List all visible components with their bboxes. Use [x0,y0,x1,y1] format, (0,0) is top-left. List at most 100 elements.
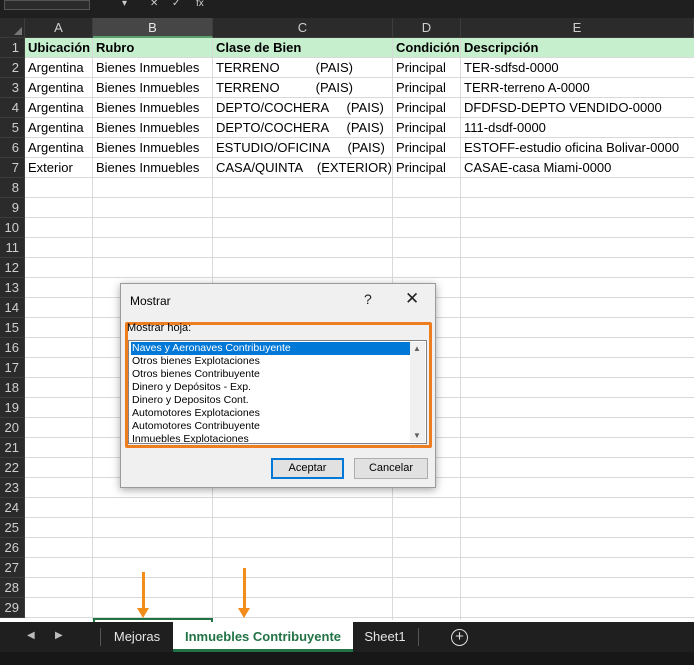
list-item[interactable]: Naves y Aeronaves Contribuyente [131,342,411,355]
header-cell-ubicacion[interactable]: Ubicación [25,38,93,58]
grid-line [25,137,694,138]
column-header-b[interactable]: B [93,18,213,38]
header-cell-clase[interactable]: Clase de Bien [213,38,393,58]
next-sheet-icon[interactable]: ▶ [55,630,63,641]
header-cell-rubro[interactable]: Rubro [93,38,213,58]
row-header[interactable]: 20 [0,418,25,438]
row-header[interactable]: 6 [0,138,25,158]
prev-sheet-icon[interactable]: ◀ [27,630,35,641]
cell-a3[interactable]: Argentina [25,78,93,98]
row-header[interactable]: 24 [0,498,25,518]
row-header[interactable]: 9 [0,198,25,218]
close-icon[interactable]: ✕ [405,289,419,309]
row-header[interactable]: 13 [0,278,25,298]
list-item[interactable]: Inmuebles Explotaciones [131,433,249,443]
row-header[interactable]: 10 [0,218,25,238]
cell-d6[interactable]: Principal [393,138,461,158]
row-header[interactable]: 16 [0,338,25,358]
cancel-button[interactable]: Cancelar [354,458,428,479]
header-cell-condicion[interactable]: Condición [393,38,461,58]
cell-b2[interactable]: Bienes Inmuebles [93,58,213,78]
tab-inmuebles-contribuyente[interactable]: Inmuebles Contribuyente [173,622,353,652]
cell-b3[interactable]: Bienes Inmuebles [93,78,213,98]
row-header[interactable]: 11 [0,238,25,258]
header-cell-descripcion[interactable]: Descripción [461,38,694,58]
tab-mejoras[interactable]: Mejoras [103,622,171,652]
cancel-icon[interactable]: ✕ [150,0,158,9]
row-header[interactable]: 18 [0,378,25,398]
add-sheet-icon[interactable]: + [451,629,468,646]
help-icon[interactable]: ? [364,291,372,307]
row-header[interactable]: 7 [0,158,25,178]
list-item[interactable]: Automotores Contribuyente [131,420,260,433]
select-all-corner[interactable] [0,18,25,38]
row-header[interactable]: 29 [0,598,25,618]
cell-a2[interactable]: Argentina [25,58,93,78]
list-item[interactable]: Dinero y Depositos Cont. [131,394,249,407]
row-header[interactable]: 25 [0,518,25,538]
cell-c7[interactable]: CASA/QUINTA (EXTERIOR) [213,158,393,178]
row-header[interactable]: 23 [0,478,25,498]
function-icon[interactable]: fx [196,0,204,9]
cell-a7[interactable]: Exterior [25,158,93,178]
cell-b4[interactable]: Bienes Inmuebles [93,98,213,118]
row-header[interactable]: 17 [0,358,25,378]
cell-c3[interactable]: TERRENO (PAIS) [213,78,393,98]
row-header[interactable]: 26 [0,538,25,558]
cell-b7[interactable]: Bienes Inmuebles [93,158,213,178]
row-header[interactable]: 28 [0,578,25,598]
row-header[interactable]: 12 [0,258,25,278]
list-item[interactable]: Otros bienes Contribuyente [131,368,260,381]
scroll-up-icon[interactable]: ▲ [413,344,421,353]
cell-c6[interactable]: ESTUDIO/OFICINA (PAIS) [213,138,393,158]
column-header-e[interactable]: E [461,18,694,38]
row-header[interactable]: 27 [0,558,25,578]
cell-e4[interactable]: DFDFSD-DEPTO VENDIDO-0000 [461,98,694,118]
cell-c2[interactable]: TERRENO (PAIS) [213,58,393,78]
column-header-d[interactable]: D [393,18,461,38]
row-header[interactable]: 3 [0,78,25,98]
name-box[interactable] [4,0,90,10]
cell-a4[interactable]: Argentina [25,98,93,118]
cell-d2[interactable]: Principal [393,58,461,78]
cell-b5[interactable]: Bienes Inmuebles [93,118,213,138]
accept-button[interactable]: Aceptar [271,458,344,479]
tab-sheet1[interactable]: Sheet1 [355,622,415,652]
sheet-listbox[interactable]: Naves y Aeronaves Contribuyente Otros bi… [128,340,427,444]
cell-c4[interactable]: DEPTO/COCHERA (PAIS) [213,98,393,118]
enter-icon[interactable]: ✓ [172,0,180,9]
cell-c5[interactable]: DEPTO/COCHERA (PAIS) [213,118,393,138]
row-header[interactable]: 4 [0,98,25,118]
annotation-arrow-head [137,608,149,618]
cell-d3[interactable]: Principal [393,78,461,98]
column-header-a[interactable]: A [25,18,93,38]
row-header[interactable]: 5 [0,118,25,138]
cell-e3[interactable]: TERR-terreno A-0000 [461,78,694,98]
scroll-down-icon[interactable]: ▼ [413,431,421,440]
row-header[interactable]: 2 [0,58,25,78]
list-item[interactable]: Otros bienes Explotaciones [131,355,260,368]
dropdown-icon[interactable]: ▾ [122,0,127,9]
cell-b6[interactable]: Bienes Inmuebles [93,138,213,158]
unhide-sheet-dialog: Mostrar ? ✕ Mostrar hoja: Naves y Aerona… [120,283,436,488]
cell-d5[interactable]: Principal [393,118,461,138]
row-header[interactable]: 15 [0,318,25,338]
cell-d7[interactable]: Principal [393,158,461,178]
list-item[interactable]: Automotores Explotaciones [131,407,260,420]
list-item[interactable]: Dinero y Depósitos - Exp. [131,381,251,394]
row-header[interactable]: 22 [0,458,25,478]
cell-d4[interactable]: Principal [393,98,461,118]
row-header[interactable]: 19 [0,398,25,418]
row-header[interactable]: 1 [0,38,25,58]
cell-e2[interactable]: TER-sdfsd-0000 [461,58,694,78]
cell-e7[interactable]: CASAE-casa Miami-0000 [461,158,694,178]
cell-a5[interactable]: Argentina [25,118,93,138]
cell-a6[interactable]: Argentina [25,138,93,158]
row-header[interactable]: 21 [0,438,25,458]
row-header[interactable]: 14 [0,298,25,318]
cell-e5[interactable]: 111-dsdf-0000 [461,118,694,138]
row-header[interactable]: 8 [0,178,25,198]
listbox-scrollbar[interactable]: ▲ ▼ [410,342,425,442]
column-header-c[interactable]: C [213,18,393,38]
cell-e6[interactable]: ESTOFF-estudio oficina Bolivar-0000 [461,138,694,158]
